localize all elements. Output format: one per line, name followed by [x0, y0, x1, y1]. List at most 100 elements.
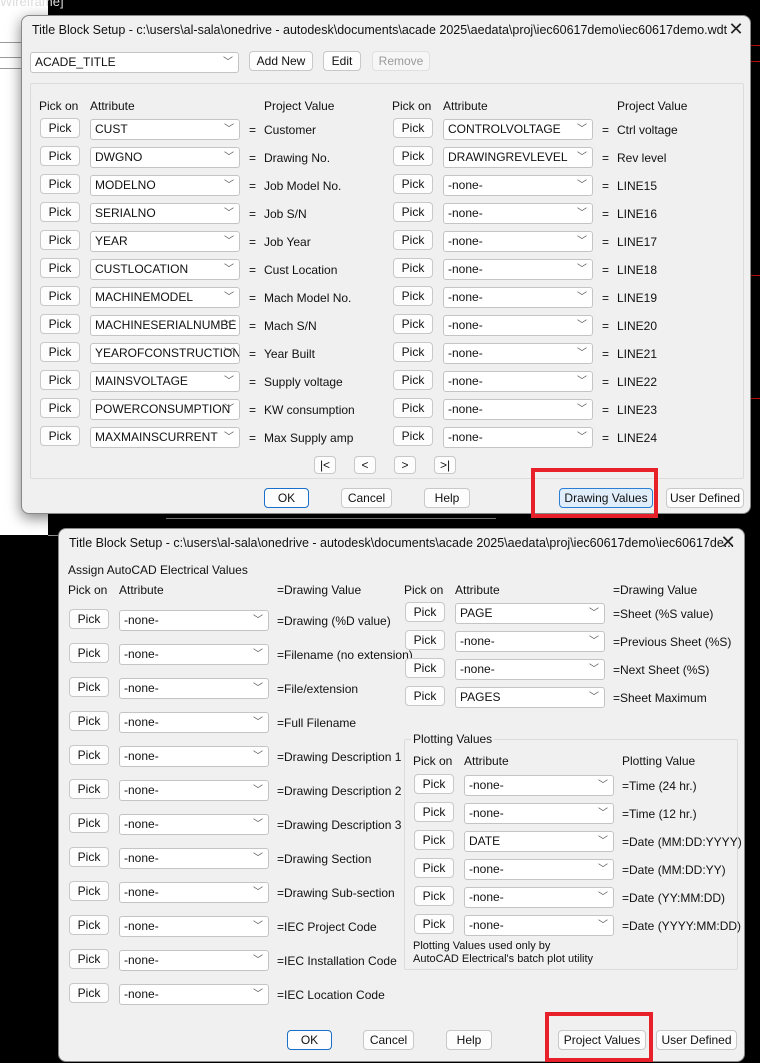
pick-button[interactable]: Pick: [69, 779, 109, 799]
attribute-select[interactable]: -none- ﹀: [119, 712, 269, 733]
attribute-select[interactable]: -none- ﹀: [443, 231, 593, 252]
pick-button[interactable]: Pick: [393, 230, 433, 250]
attribute-select[interactable]: -none- ﹀: [464, 915, 614, 936]
pick-button[interactable]: Pick: [69, 847, 109, 867]
last-page-button[interactable]: >|: [434, 456, 456, 474]
attribute-select[interactable]: -none- ﹀: [443, 343, 593, 364]
attribute-select[interactable]: -none- ﹀: [443, 399, 593, 420]
edit-button[interactable]: Edit: [323, 51, 361, 71]
attribute-select[interactable]: YEAROFCONSTRUCTION ﹀: [90, 343, 240, 364]
attribute-select[interactable]: -none- ﹀: [455, 631, 605, 652]
attribute-select[interactable]: -none- ﹀: [119, 678, 269, 699]
pick-button[interactable]: Pick: [40, 258, 80, 278]
pick-button[interactable]: Pick: [393, 342, 433, 362]
attribute-select[interactable]: -none- ﹀: [119, 644, 269, 665]
attribute-select[interactable]: MACHINESERIALNUMBE ﹀: [90, 315, 240, 336]
pick-button[interactable]: Pick: [40, 342, 80, 362]
pick-button[interactable]: Pick: [393, 202, 433, 222]
pick-button[interactable]: Pick: [414, 802, 454, 822]
pick-button[interactable]: Pick: [40, 398, 80, 418]
pick-button[interactable]: Pick: [393, 426, 433, 446]
attribute-select[interactable]: -none- ﹀: [443, 427, 593, 448]
pick-button[interactable]: Pick: [40, 230, 80, 250]
pick-button[interactable]: Pick: [69, 609, 109, 629]
attribute-select[interactable]: -none- ﹀: [443, 175, 593, 196]
pick-button[interactable]: Pick: [40, 146, 80, 166]
attribute-select[interactable]: -none- ﹀: [464, 859, 614, 880]
attribute-select[interactable]: -none- ﹀: [443, 203, 593, 224]
attribute-select[interactable]: CUSTLOCATION ﹀: [90, 259, 240, 280]
pick-button[interactable]: Pick: [40, 286, 80, 306]
cancel-button[interactable]: Cancel: [341, 488, 392, 508]
add-new-button[interactable]: Add New: [249, 51, 313, 71]
pick-button[interactable]: Pick: [40, 202, 80, 222]
attribute-select[interactable]: MODELNO ﹀: [90, 175, 240, 196]
remove-button[interactable]: Remove: [372, 51, 430, 71]
pick-button[interactable]: Pick: [69, 745, 109, 765]
user-defined-button[interactable]: User Defined: [666, 488, 744, 508]
attribute-select[interactable]: -none- ﹀: [119, 984, 269, 1005]
pick-button[interactable]: Pick: [69, 813, 109, 833]
attribute-select[interactable]: YEAR ﹀: [90, 231, 240, 252]
attribute-select[interactable]: -none- ﹀: [443, 371, 593, 392]
pick-button[interactable]: Pick: [40, 426, 80, 446]
pick-button[interactable]: Pick: [393, 398, 433, 418]
pick-button[interactable]: Pick: [69, 643, 109, 663]
next-page-button[interactable]: >: [394, 456, 416, 474]
attribute-select[interactable]: DWGNO ﹀: [90, 147, 240, 168]
previous-page-button[interactable]: <: [354, 456, 376, 474]
attribute-select[interactable]: -none- ﹀: [119, 848, 269, 869]
attribute-select[interactable]: DATE ﹀: [464, 831, 614, 852]
attribute-select[interactable]: PAGES ﹀: [455, 687, 605, 708]
attribute-select[interactable]: -none- ﹀: [119, 610, 269, 631]
pick-button[interactable]: Pick: [414, 830, 454, 850]
attribute-select[interactable]: -none- ﹀: [119, 882, 269, 903]
pick-button[interactable]: Pick: [414, 858, 454, 878]
attribute-select[interactable]: -none- ﹀: [443, 315, 593, 336]
pick-button[interactable]: Pick: [414, 886, 454, 906]
ok-button[interactable]: OK: [287, 1030, 332, 1050]
attribute-select[interactable]: SERIALNO ﹀: [90, 203, 240, 224]
user-defined-button[interactable]: User Defined: [656, 1030, 737, 1050]
attribute-select[interactable]: MAXMAINSCURRENT ﹀: [90, 427, 240, 448]
close-icon[interactable]: ✕: [716, 532, 740, 553]
pick-button[interactable]: Pick: [414, 914, 454, 934]
attribute-select[interactable]: -none- ﹀: [443, 287, 593, 308]
attribute-select[interactable]: DRAWINGREVLEVEL ﹀: [443, 147, 593, 168]
ok-button[interactable]: OK: [264, 488, 309, 508]
attribute-select[interactable]: POWERCONSUMPTION ﹀: [90, 399, 240, 420]
attribute-select[interactable]: CONTROLVOLTAGE ﹀: [443, 119, 593, 140]
attribute-select[interactable]: -none- ﹀: [464, 775, 614, 796]
pick-button[interactable]: Pick: [405, 630, 445, 650]
pick-button[interactable]: Pick: [405, 686, 445, 706]
first-page-button[interactable]: |<: [314, 456, 336, 474]
attribute-select[interactable]: -none- ﹀: [464, 803, 614, 824]
attribute-select[interactable]: -none- ﹀: [119, 814, 269, 835]
pick-button[interactable]: Pick: [393, 174, 433, 194]
pick-button[interactable]: Pick: [393, 258, 433, 278]
pick-button[interactable]: Pick: [69, 915, 109, 935]
attribute-select[interactable]: -none- ﹀: [119, 746, 269, 767]
pick-button[interactable]: Pick: [69, 949, 109, 969]
pick-button[interactable]: Pick: [40, 314, 80, 334]
pick-button[interactable]: Pick: [393, 118, 433, 138]
attribute-select[interactable]: MACHINEMODEL ﹀: [90, 287, 240, 308]
help-button[interactable]: Help: [446, 1030, 492, 1050]
pick-button[interactable]: Pick: [40, 118, 80, 138]
pick-button[interactable]: Pick: [69, 881, 109, 901]
pick-button[interactable]: Pick: [69, 711, 109, 731]
cancel-button[interactable]: Cancel: [363, 1030, 414, 1050]
pick-button[interactable]: Pick: [393, 146, 433, 166]
help-button[interactable]: Help: [424, 488, 470, 508]
attribute-select[interactable]: -none- ﹀: [464, 887, 614, 908]
pick-button[interactable]: Pick: [393, 314, 433, 334]
pick-button[interactable]: Pick: [405, 658, 445, 678]
attribute-select[interactable]: MAINSVOLTAGE ﹀: [90, 371, 240, 392]
pick-button[interactable]: Pick: [393, 370, 433, 390]
pick-button[interactable]: Pick: [405, 602, 445, 622]
close-icon[interactable]: ✕: [724, 19, 748, 40]
pick-button[interactable]: Pick: [414, 774, 454, 794]
attribute-select[interactable]: -none- ﹀: [119, 916, 269, 937]
pick-button[interactable]: Pick: [393, 286, 433, 306]
title-block-select[interactable]: ACADE_TITLE ﹀: [30, 52, 239, 73]
